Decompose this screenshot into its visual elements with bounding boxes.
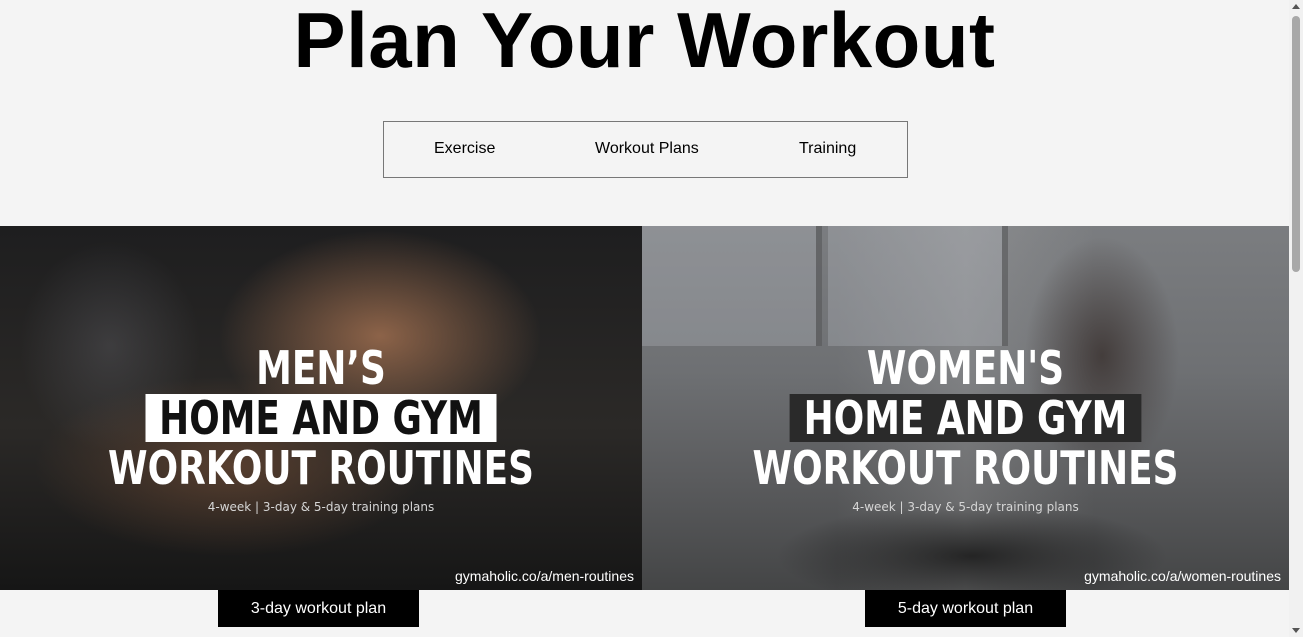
banner-heading-line3: WORKOUT ROUTINES xyxy=(108,441,534,495)
women-routines-banner[interactable]: WOMEN'S HOME AND GYM WORKOUT ROUTINES 4-… xyxy=(642,226,1289,590)
banner-heading-line3: WORKOUT ROUTINES xyxy=(752,441,1179,495)
scrollbar-thumb[interactable] xyxy=(1292,16,1300,272)
page-title: Plan Your Workout xyxy=(293,0,996,84)
banner-heading-line1: WOMEN'S xyxy=(866,341,1065,395)
banner-subtitle: 4-week | 3-day & 5-day training plans xyxy=(207,500,435,514)
page: Plan Your Workout Exercise Workout Plans… xyxy=(0,0,1289,637)
scroll-up-arrow-icon[interactable] xyxy=(1292,4,1300,9)
nav-item-training[interactable]: Training xyxy=(799,140,856,158)
scroll-down-arrow-icon[interactable] xyxy=(1292,628,1300,633)
vertical-scrollbar[interactable] xyxy=(1289,0,1303,637)
banner-heading-highlight: HOME AND GYM xyxy=(145,394,497,442)
five-day-plan-button[interactable]: 5-day workout plan xyxy=(865,590,1066,627)
window-pane xyxy=(828,226,1008,346)
banner-heading-highlight: HOME AND GYM xyxy=(789,394,1142,442)
banner-url: gymaholic.co/a/women-routines xyxy=(1084,568,1281,584)
men-routines-banner[interactable]: MEN’S HOME AND GYM WORKOUT ROUTINES 4-we… xyxy=(0,226,642,590)
main-nav: Exercise Workout Plans Training xyxy=(383,121,908,178)
banner-heading-line2: HOME AND GYM xyxy=(713,394,1218,442)
banner-url: gymaholic.co/a/men-routines xyxy=(455,568,634,584)
banner-subtitle: 4-week | 3-day & 5-day training plans xyxy=(852,500,1079,514)
three-day-plan-button[interactable]: 3-day workout plan xyxy=(218,590,419,627)
banner-heading-line1: MEN’S xyxy=(256,341,386,395)
nav-item-workout-plans[interactable]: Workout Plans xyxy=(595,140,699,158)
window-pane xyxy=(642,226,822,346)
banner-heading-line2: HOME AND GYM xyxy=(71,394,572,442)
nav-item-exercise[interactable]: Exercise xyxy=(434,140,495,158)
